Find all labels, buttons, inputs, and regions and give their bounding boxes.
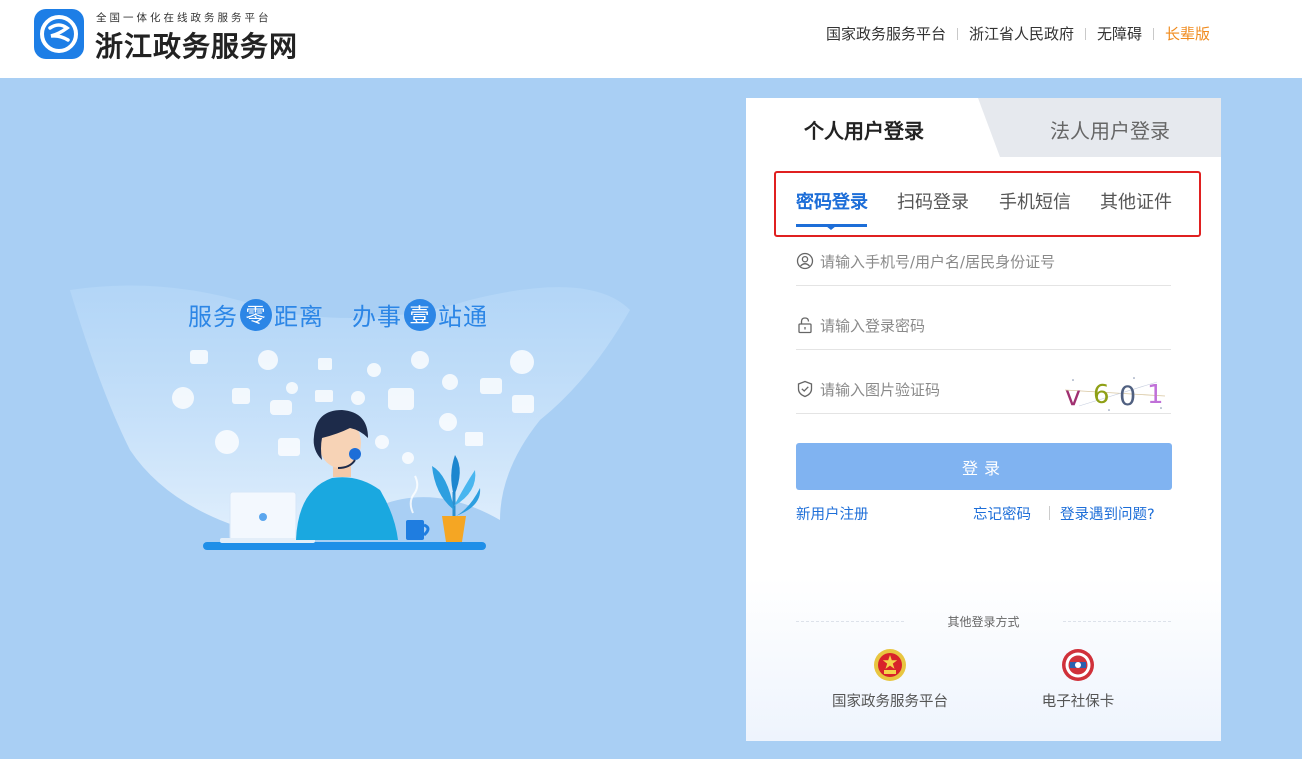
site-subtitle: 全国一体化在线政务服务平台 xyxy=(96,12,272,24)
tab-personal-login[interactable]: 个人用户登录 xyxy=(746,98,982,157)
link-elder-version[interactable]: 长辈版 xyxy=(1165,23,1210,44)
captcha-char: 1 xyxy=(1147,380,1164,410)
divider xyxy=(1049,506,1050,520)
register-link[interactable]: 新用户注册 xyxy=(796,503,869,524)
slogan-part: 距离 xyxy=(274,303,324,331)
captcha-field: v 6 0 1 xyxy=(796,370,1171,414)
header: 全国一体化在线政务服务平台 浙江政务服务网 国家政务服务平台 浙江省人民政府 无… xyxy=(0,0,1302,78)
slogan: 服务 零 距离 办事 壹 站通 xyxy=(188,297,488,332)
link-accessibility[interactable]: 无障碍 xyxy=(1097,23,1142,44)
slogan-circle: 壹 xyxy=(404,298,436,331)
login-button[interactable]: 登录 xyxy=(796,443,1172,490)
password-input[interactable] xyxy=(820,314,1160,338)
slogan-part: 服务 xyxy=(188,303,238,331)
alt-login-label: 电子社保卡 xyxy=(1041,694,1115,710)
subtab-qrcode-login[interactable]: 扫码登录 xyxy=(897,188,969,214)
captcha-char: v xyxy=(1065,381,1081,412)
username-field xyxy=(796,242,1171,286)
divider xyxy=(1152,27,1154,40)
site-logo-icon[interactable] xyxy=(34,9,84,59)
lock-icon xyxy=(798,317,812,334)
forgot-password-link[interactable]: 忘记密码 xyxy=(973,503,1031,524)
top-links: 国家政务服务平台 浙江省人民政府 无障碍 长辈版 xyxy=(826,23,1210,44)
divider xyxy=(956,27,958,40)
login-help-link[interactable]: 登录遇到问题? xyxy=(1060,503,1155,524)
captcha-char: 6 xyxy=(1093,380,1110,410)
username-input[interactable] xyxy=(820,250,1160,274)
link-provincial-government[interactable]: 浙江省人民政府 xyxy=(969,23,1074,44)
captcha-input[interactable] xyxy=(820,378,1050,402)
tab-legal-login[interactable]: 法人用户登录 xyxy=(1050,98,1170,157)
subtab-other-id-login[interactable]: 其他证件 xyxy=(1100,188,1172,214)
captcha-char: 0 xyxy=(1119,381,1136,412)
user-icon xyxy=(796,252,814,270)
social-security-card-icon xyxy=(1062,649,1094,681)
slogan-part: 站通 xyxy=(438,303,488,331)
shield-check-icon xyxy=(797,380,813,398)
site-title[interactable]: 浙江政务服务网 xyxy=(95,25,298,65)
password-field xyxy=(796,306,1171,350)
divider xyxy=(1063,621,1171,622)
alt-login-social-security-card[interactable]: 电子社保卡 xyxy=(1028,648,1128,711)
panel-footer xyxy=(746,578,1221,741)
login-panel: 个人用户登录 法人用户登录 密码登录 扫码登录 手机短信 其他证件 v 6 0 … xyxy=(746,98,1221,741)
divider xyxy=(1084,27,1086,40)
slogan-part: 办事 xyxy=(352,303,402,331)
alt-login-national-platform[interactable]: 国家政务服务平台 xyxy=(826,648,954,711)
subtab-sms-login[interactable]: 手机短信 xyxy=(999,188,1071,214)
alt-login-label: 国家政务服务平台 xyxy=(832,694,948,710)
active-subtab-caret xyxy=(826,226,836,230)
national-emblem-icon xyxy=(874,649,906,681)
captcha-image[interactable]: v 6 0 1 xyxy=(1059,372,1171,412)
slogan-circle: 零 xyxy=(240,298,272,331)
subtab-password-login[interactable]: 密码登录 xyxy=(796,188,868,214)
link-national-platform[interactable]: 国家政务服务平台 xyxy=(826,23,946,44)
login-tabs: 个人用户登录 法人用户登录 xyxy=(746,98,1221,157)
